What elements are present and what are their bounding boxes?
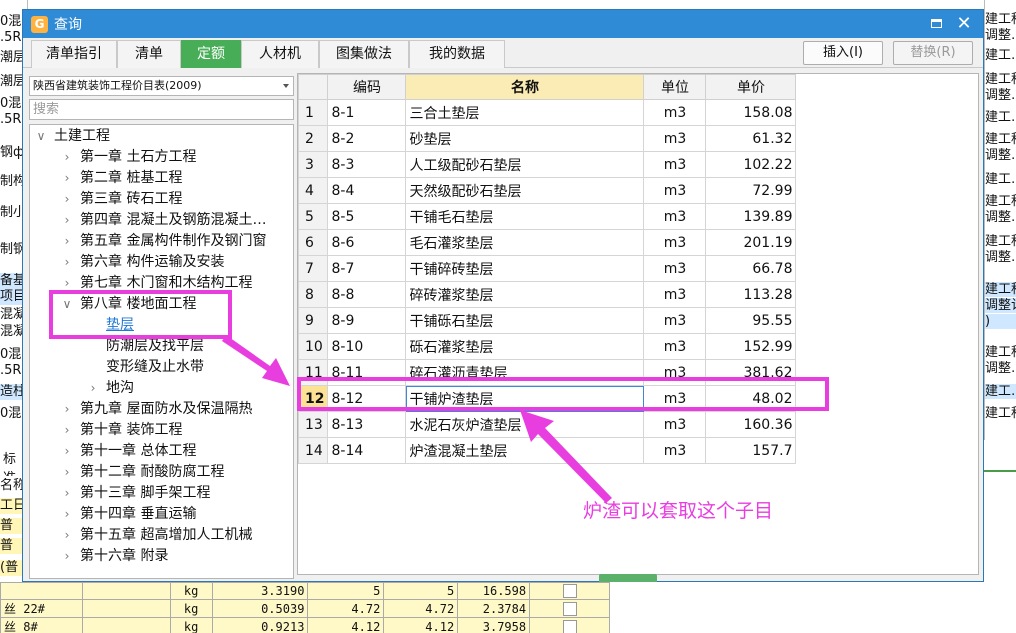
- annotation-arrows: [222, 335, 612, 503]
- arrow-note-to-row: [520, 410, 612, 503]
- annotation-note: 炉渣可以套取这个子目: [583, 500, 774, 522]
- arrow-tree-to-grid: [222, 335, 290, 386]
